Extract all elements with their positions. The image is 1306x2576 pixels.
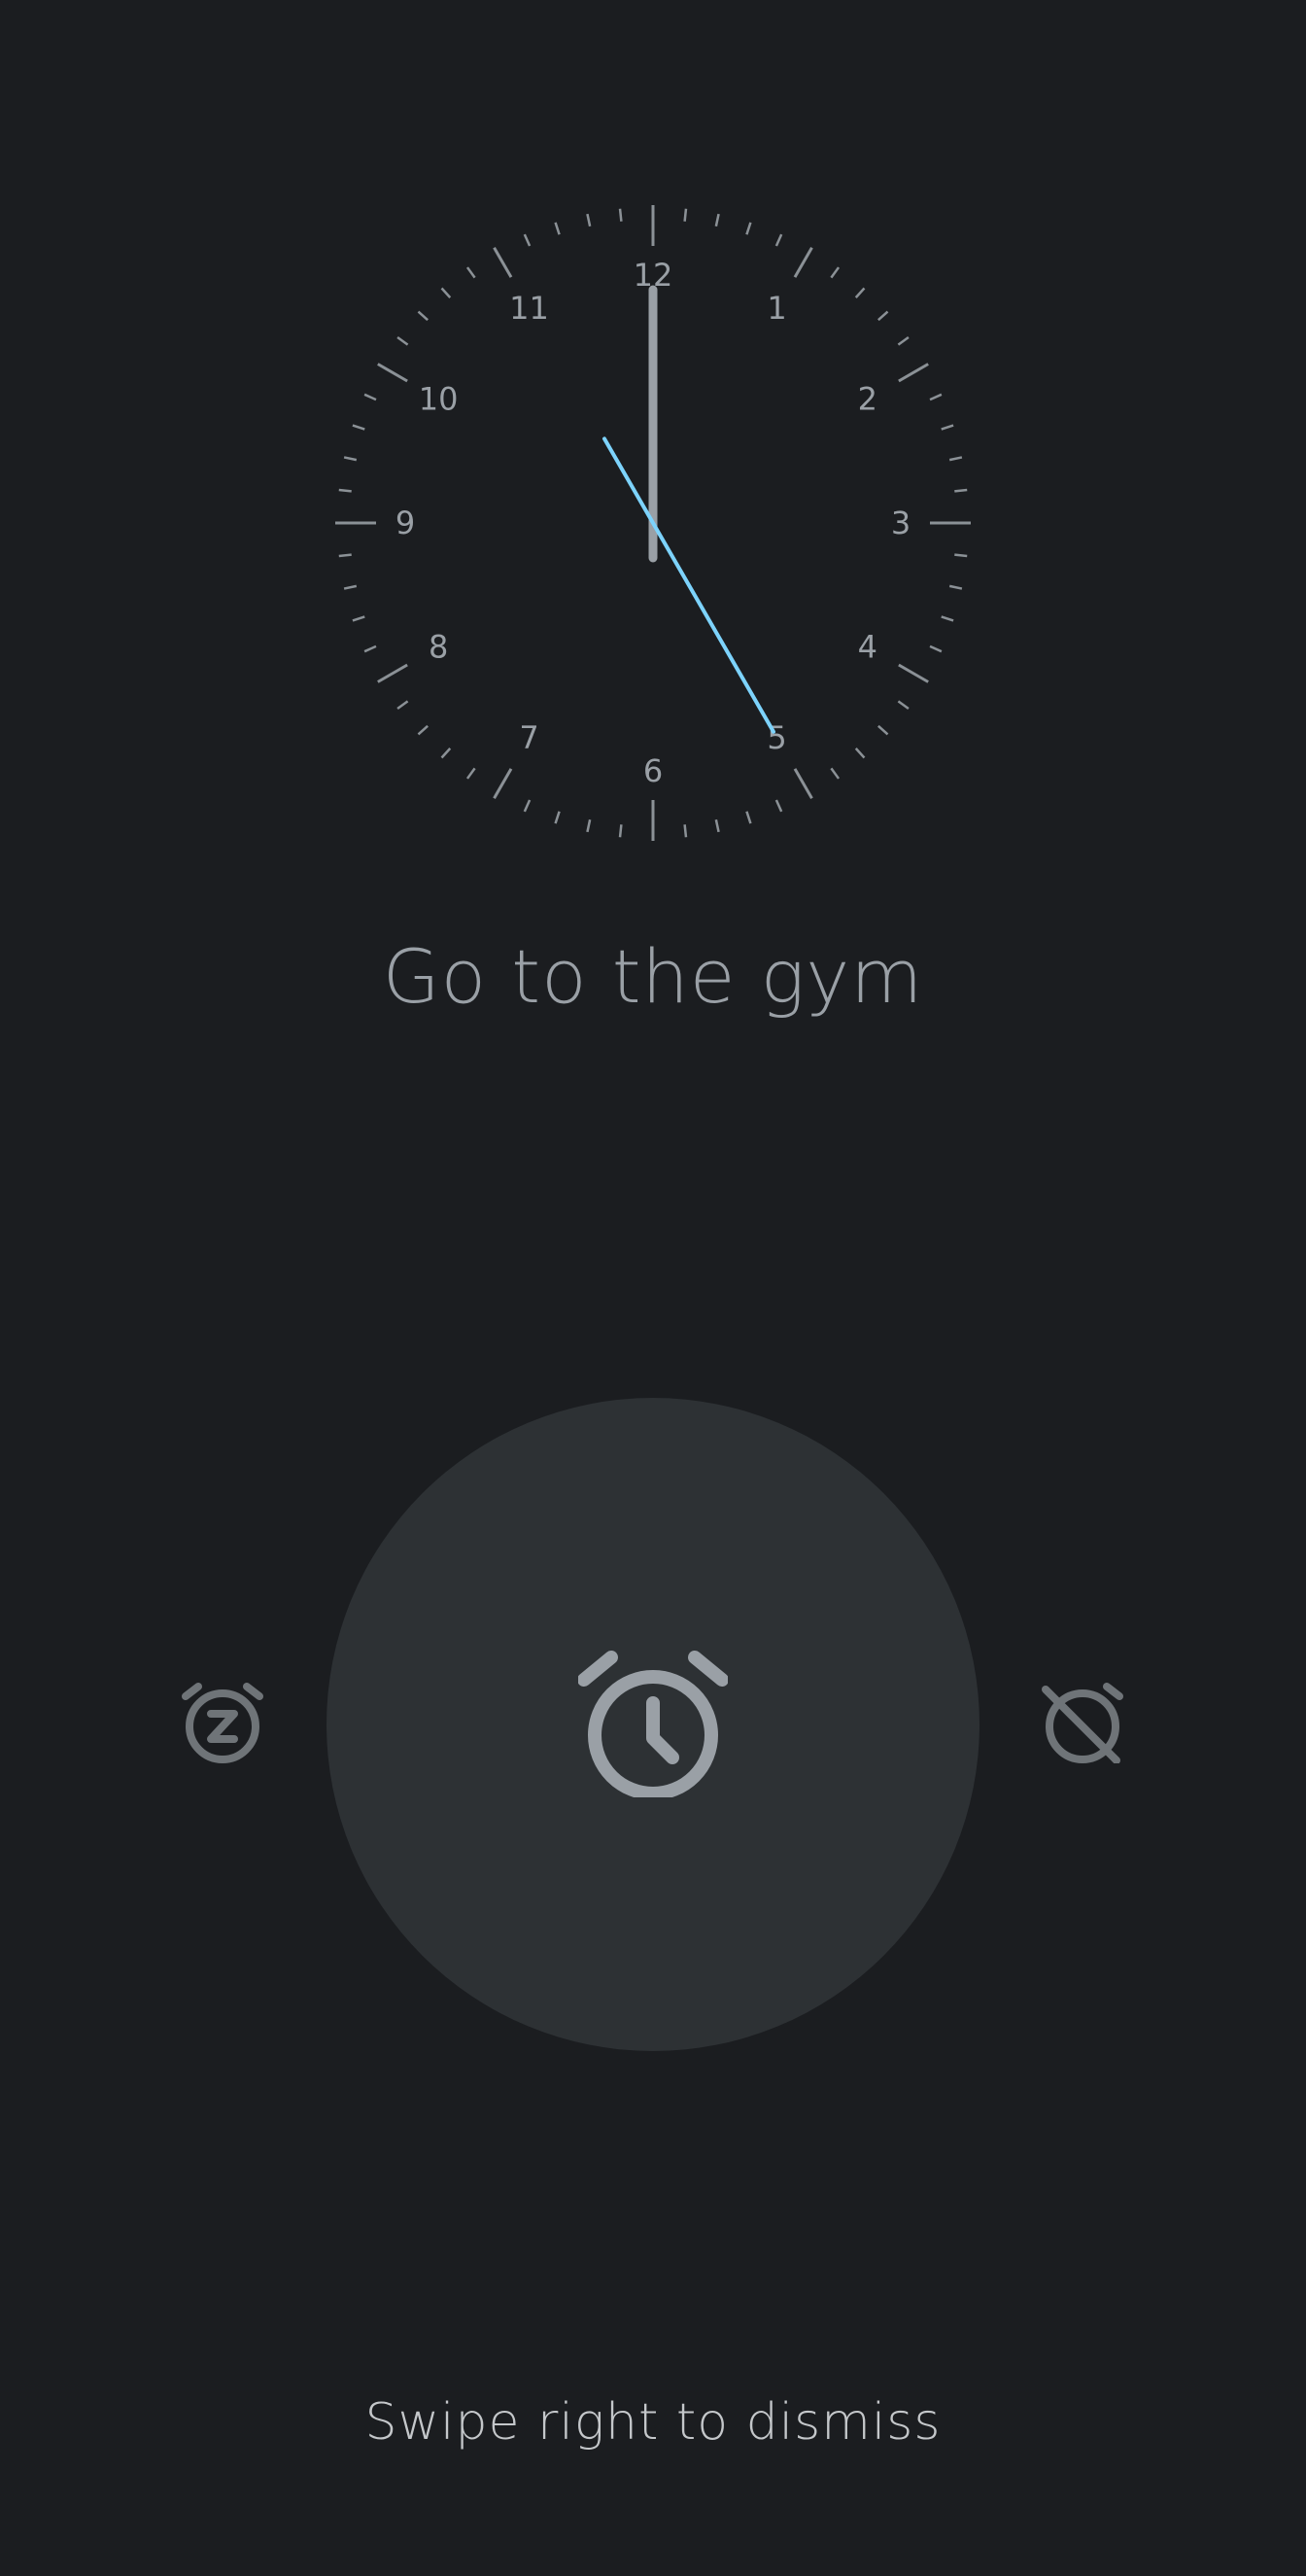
snooze-alarm-icon[interactable] <box>181 1680 264 1763</box>
clock-tick <box>898 663 929 683</box>
clock-tick <box>941 615 954 622</box>
clock-tick <box>854 748 866 759</box>
clock-tick <box>377 663 408 683</box>
clock-tick <box>854 287 866 298</box>
clock-numeral: 8 <box>429 629 448 666</box>
analog-clock: 121234567891011 <box>335 205 971 841</box>
clock-tick <box>586 818 592 833</box>
clock-tick <box>683 208 688 222</box>
clock-tick <box>343 456 358 462</box>
clock-tick <box>523 799 532 813</box>
clock-tick <box>396 700 409 711</box>
clock-numeral: 11 <box>509 290 549 327</box>
clock-tick <box>948 584 963 590</box>
clock-tick <box>338 553 352 558</box>
clock-tick <box>440 287 452 298</box>
clock-tick <box>554 811 561 824</box>
clock-numeral: 10 <box>419 381 459 418</box>
clock-tick <box>417 724 429 736</box>
clock-tick <box>774 799 783 813</box>
clock-numeral: 9 <box>395 505 415 541</box>
clock-tick <box>830 767 841 780</box>
clock-tick <box>898 363 929 383</box>
clock-tick <box>363 393 377 401</box>
clock-tick <box>954 553 968 558</box>
clock-tick <box>618 208 623 222</box>
clock-tick <box>440 748 452 759</box>
clock-numeral: 3 <box>891 505 911 541</box>
clock-tick <box>745 811 752 824</box>
clock-numeral: 2 <box>858 381 877 418</box>
clock-tick <box>417 310 429 322</box>
clock-tick <box>465 266 476 279</box>
clock-numeral: 7 <box>519 719 538 756</box>
clock-tick <box>338 488 352 493</box>
clock-tick <box>793 768 813 799</box>
clock-tick <box>954 488 968 493</box>
clock-tick <box>352 615 365 622</box>
clock-tick <box>343 584 358 590</box>
clock-tick <box>714 213 720 227</box>
swipe-hint: Swipe right to dismiss <box>364 2393 942 2452</box>
clock-tick <box>683 824 688 838</box>
clock-tick <box>377 363 408 383</box>
alarm-label: Go to the gym <box>382 933 924 1020</box>
clock-tick <box>941 424 954 431</box>
alarm-clock-icon[interactable] <box>578 1648 728 1797</box>
clock-numeral: 4 <box>858 629 877 666</box>
clock-tick <box>897 700 910 711</box>
clock-tick <box>618 824 623 838</box>
clock-tick <box>877 724 889 736</box>
alarm-off-icon[interactable] <box>1041 1680 1124 1763</box>
clock-tick <box>363 644 377 653</box>
clock-tick <box>793 247 813 278</box>
clock-tick <box>465 767 476 780</box>
clock-tick <box>745 222 752 235</box>
clock-second-hand <box>602 436 775 734</box>
clock-tick <box>352 424 365 431</box>
clock-tick <box>493 768 513 799</box>
clock-tick <box>714 818 720 833</box>
clock-tick <box>396 335 409 346</box>
clock-numeral: 1 <box>767 290 786 327</box>
clock-tick <box>948 456 963 462</box>
clock-tick <box>586 213 592 227</box>
clock-tick <box>774 233 783 247</box>
clock-numeral: 6 <box>643 752 663 789</box>
clock-tick <box>554 222 561 235</box>
clock-tick <box>929 393 943 401</box>
clock-tick <box>523 233 532 247</box>
clock-tick <box>897 335 910 346</box>
clock-tick <box>929 644 943 653</box>
clock-tick <box>830 266 841 279</box>
clock-tick <box>493 247 513 278</box>
clock-tick <box>877 310 889 322</box>
